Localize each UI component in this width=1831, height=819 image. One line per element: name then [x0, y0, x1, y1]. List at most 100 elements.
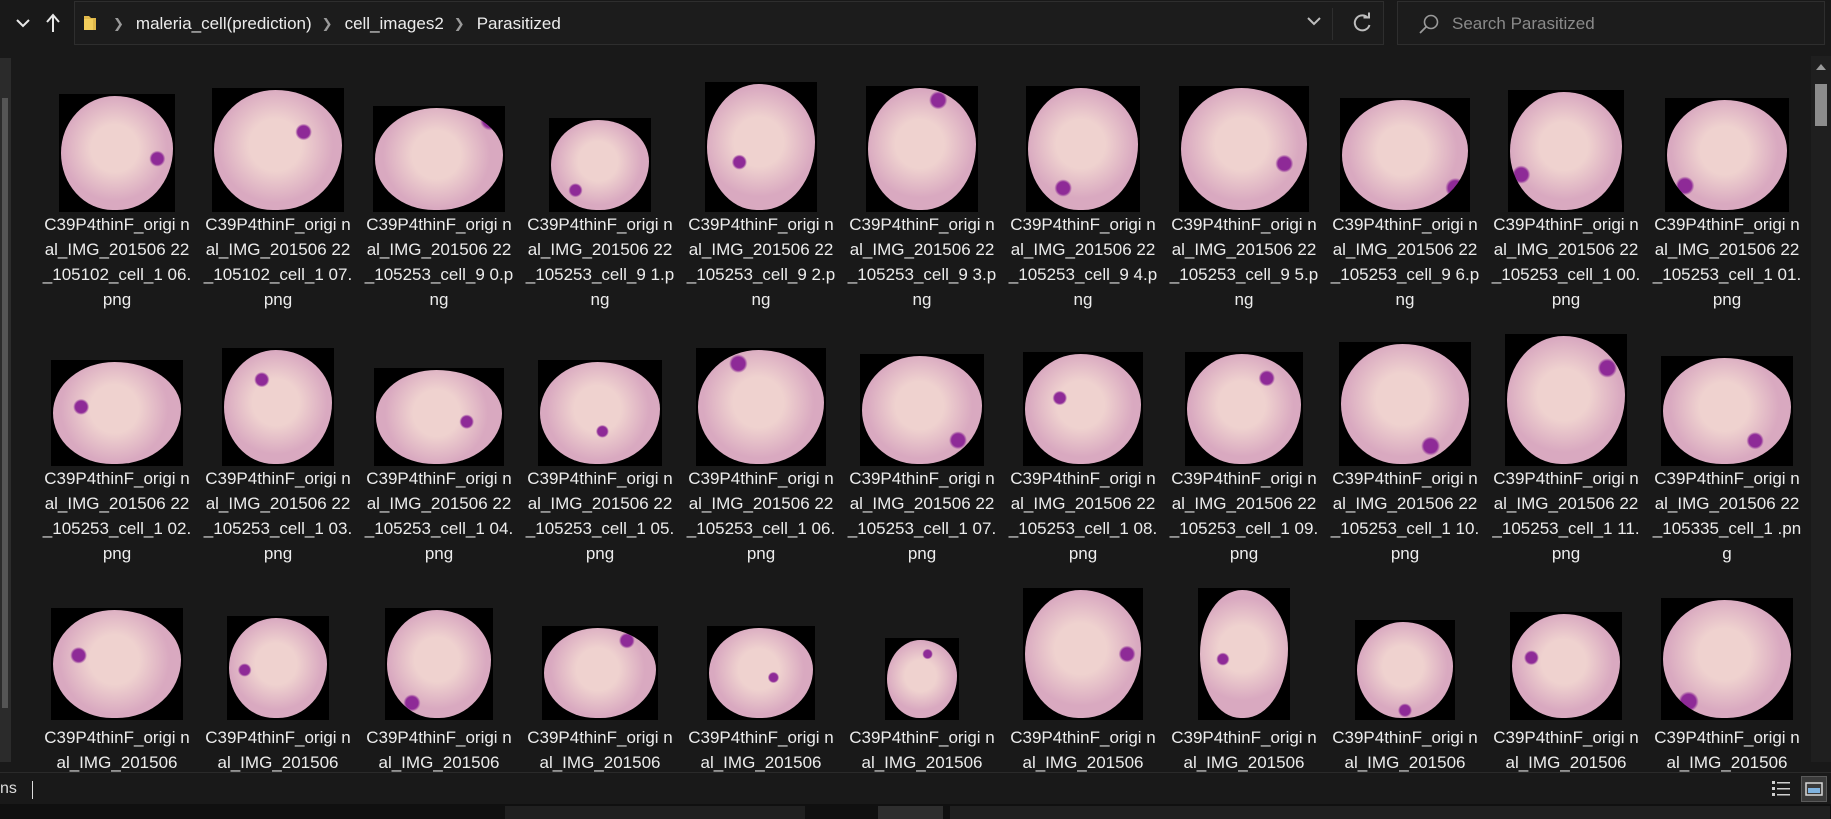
- file-thumbnail: [847, 316, 997, 466]
- file-item[interactable]: C39P4thinF_origi nal_IMG_201506 22_10525…: [1008, 62, 1158, 312]
- taskbar-item[interactable]: [878, 806, 943, 819]
- file-item[interactable]: C39P4thinF_origi nal_IMG_201506 22_10525…: [1491, 316, 1641, 566]
- file-item[interactable]: C39P4thinF_origi nal_IMG_201506 22_10525…: [1330, 316, 1480, 566]
- file-item[interactable]: C39P4thinF_origi nal_IMG_201506: [847, 570, 997, 772]
- address-history-chevron-icon[interactable]: [1307, 16, 1321, 26]
- file-item[interactable]: C39P4thinF_origi nal_IMG_201506 22_10525…: [686, 316, 836, 566]
- file-name: C39P4thinF_origi nal_IMG_201506 22_10525…: [686, 469, 836, 563]
- file-thumbnail: [203, 316, 353, 466]
- file-thumbnail: [42, 62, 192, 212]
- file-thumbnail: [686, 570, 836, 720]
- file-name: C39P4thinF_origi nal_IMG_201506: [849, 728, 995, 772]
- file-name: C39P4thinF_origi nal_IMG_201506 22_10525…: [1008, 469, 1158, 563]
- breadcrumb-chevron-icon[interactable]: ❯: [454, 16, 465, 32]
- file-thumbnail: [686, 316, 836, 466]
- arrow-up-icon: [46, 13, 60, 32]
- file-name: C39P4thinF_origi nal_IMG_201506: [366, 728, 512, 772]
- file-item[interactable]: C39P4thinF_origi nal_IMG_201506 22_10525…: [847, 316, 997, 566]
- file-item[interactable]: C39P4thinF_origi nal_IMG_201506 22_10525…: [364, 62, 514, 312]
- file-name: C39P4thinF_origi nal_IMG_201506: [1654, 728, 1800, 772]
- up-button[interactable]: [40, 10, 66, 36]
- file-item[interactable]: C39P4thinF_origi nal_IMG_201506 22_10525…: [525, 62, 675, 312]
- scroll-up-arrow-icon[interactable]: [1816, 64, 1826, 70]
- search-icon: [1419, 14, 1439, 34]
- file-item[interactable]: C39P4thinF_origi nal_IMG_201506: [1330, 570, 1480, 772]
- file-name: C39P4thinF_origi nal_IMG_201506 22_10525…: [1491, 215, 1641, 309]
- recent-locations-button[interactable]: [10, 10, 36, 36]
- details-view-icon[interactable]: [1771, 779, 1791, 799]
- folder-icon: [84, 16, 96, 30]
- file-item[interactable]: C39P4thinF_origi nal_IMG_201506: [1652, 570, 1802, 772]
- file-item[interactable]: C39P4thinF_origi nal_IMG_201506: [1491, 570, 1641, 772]
- file-name: C39P4thinF_origi nal_IMG_201506 22_10525…: [1330, 469, 1480, 563]
- file-item[interactable]: C39P4thinF_origi nal_IMG_201506: [686, 570, 836, 772]
- file-thumbnail: [1330, 570, 1480, 720]
- file-thumbnail: [1652, 316, 1802, 466]
- file-thumbnail: [1169, 570, 1319, 720]
- file-item[interactable]: C39P4thinF_origi nal_IMG_201506 22_10510…: [42, 62, 192, 312]
- breadcrumb-item-cell-images2[interactable]: cell_images2: [345, 14, 444, 34]
- file-list-view[interactable]: C39P4thinF_origi nal_IMG_201506 22_10510…: [0, 48, 1831, 772]
- file-name: C39P4thinF_origi nal_IMG_201506 22_10525…: [1008, 215, 1158, 309]
- breadcrumb-chevron-icon[interactable]: ❯: [322, 16, 333, 32]
- file-name: C39P4thinF_origi nal_IMG_201506 22_10510…: [203, 215, 353, 309]
- file-thumbnail: [203, 570, 353, 720]
- file-item[interactable]: C39P4thinF_origi nal_IMG_201506 22_10525…: [525, 316, 675, 566]
- file-thumbnail: [1169, 62, 1319, 212]
- breadcrumb-item-project[interactable]: maleria_cell(prediction): [136, 14, 312, 34]
- file-item[interactable]: C39P4thinF_origi nal_IMG_201506 22_10525…: [1169, 316, 1319, 566]
- file-thumbnail: [847, 570, 997, 720]
- file-item[interactable]: C39P4thinF_origi nal_IMG_201506 22_10525…: [686, 62, 836, 312]
- file-thumbnail: [686, 62, 836, 212]
- search-box[interactable]: [1397, 1, 1825, 45]
- file-item[interactable]: C39P4thinF_origi nal_IMG_201506 22_10525…: [364, 316, 514, 566]
- breadcrumb-chevron-icon[interactable]: ❯: [113, 16, 124, 32]
- file-item[interactable]: C39P4thinF_origi nal_IMG_201506: [42, 570, 192, 772]
- file-item[interactable]: C39P4thinF_origi nal_IMG_201506 22_10533…: [1652, 316, 1802, 566]
- file-name: C39P4thinF_origi nal_IMG_201506: [1171, 728, 1317, 772]
- file-thumbnail: [1008, 570, 1158, 720]
- refresh-icon[interactable]: [1351, 12, 1373, 34]
- file-item[interactable]: C39P4thinF_origi nal_IMG_201506: [1008, 570, 1158, 772]
- file-item[interactable]: C39P4thinF_origi nal_IMG_201506: [364, 570, 514, 772]
- file-name: C39P4thinF_origi nal_IMG_201506: [44, 728, 190, 772]
- search-input[interactable]: [1450, 10, 1814, 38]
- large-icons-view-icon[interactable]: [1801, 776, 1827, 802]
- file-thumbnail: [1008, 62, 1158, 212]
- taskbar-item[interactable]: [505, 806, 805, 819]
- file-name: C39P4thinF_origi nal_IMG_201506 22_10525…: [1169, 469, 1319, 563]
- left-scrollbar[interactable]: [0, 58, 11, 762]
- file-name: C39P4thinF_origi nal_IMG_201506 22_10533…: [1652, 469, 1802, 563]
- scrollbar-thumb[interactable]: [1815, 84, 1827, 126]
- left-scrollbar-thumb[interactable]: [2, 98, 8, 708]
- file-name: C39P4thinF_origi nal_IMG_201506 22_10525…: [686, 215, 836, 309]
- file-item[interactable]: C39P4thinF_origi nal_IMG_201506 22_10525…: [1169, 62, 1319, 312]
- taskbar-strip: [0, 804, 1831, 819]
- file-thumbnail: [1330, 316, 1480, 466]
- file-item[interactable]: C39P4thinF_origi nal_IMG_201506 22_10525…: [1652, 62, 1802, 312]
- file-thumbnail: [1652, 62, 1802, 212]
- file-item[interactable]: C39P4thinF_origi nal_IMG_201506 22_10525…: [1330, 62, 1480, 312]
- taskbar-item[interactable]: [950, 806, 1830, 819]
- file-item[interactable]: C39P4thinF_origi nal_IMG_201506: [1169, 570, 1319, 772]
- vertical-scrollbar[interactable]: [1811, 56, 1831, 762]
- file-item[interactable]: C39P4thinF_origi nal_IMG_201506 22_10525…: [1491, 62, 1641, 312]
- address-bar[interactable]: ❯ maleria_cell(prediction) ❯ cell_images…: [74, 1, 1384, 45]
- file-item[interactable]: C39P4thinF_origi nal_IMG_201506 22_10510…: [203, 62, 353, 312]
- file-item[interactable]: C39P4thinF_origi nal_IMG_201506 22_10525…: [847, 62, 997, 312]
- file-thumbnail: [42, 570, 192, 720]
- file-thumbnail: [525, 570, 675, 720]
- breadcrumb-item-parasitized[interactable]: Parasitized: [477, 14, 561, 34]
- file-item[interactable]: C39P4thinF_origi nal_IMG_201506: [203, 570, 353, 772]
- file-item[interactable]: C39P4thinF_origi nal_IMG_201506 22_10525…: [42, 316, 192, 566]
- file-thumbnail: [1169, 316, 1319, 466]
- file-item[interactable]: C39P4thinF_origi nal_IMG_201506: [525, 570, 675, 772]
- file-item[interactable]: C39P4thinF_origi nal_IMG_201506 22_10525…: [203, 316, 353, 566]
- file-name: C39P4thinF_origi nal_IMG_201506: [205, 728, 351, 772]
- file-name: C39P4thinF_origi nal_IMG_201506: [1493, 728, 1639, 772]
- file-name: C39P4thinF_origi nal_IMG_201506: [1332, 728, 1478, 772]
- file-name: C39P4thinF_origi nal_IMG_201506 22_10510…: [42, 215, 192, 309]
- breadcrumb: ❯ maleria_cell(prediction) ❯ cell_images…: [103, 2, 561, 46]
- file-thumbnail: [1491, 316, 1641, 466]
- file-item[interactable]: C39P4thinF_origi nal_IMG_201506 22_10525…: [1008, 316, 1158, 566]
